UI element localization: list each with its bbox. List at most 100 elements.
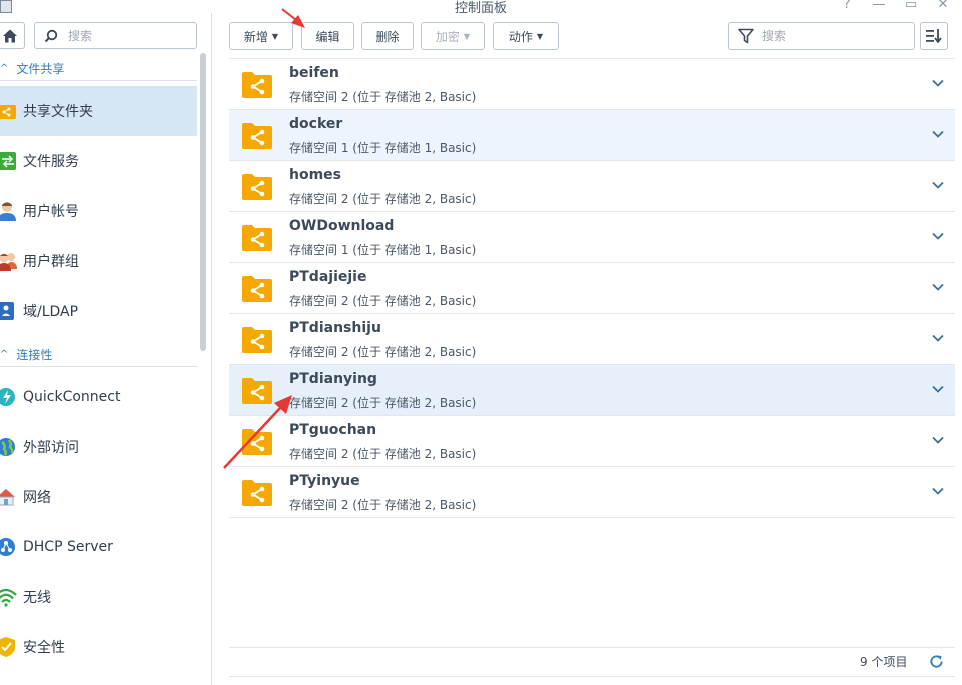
- chevron-down-icon[interactable]: [931, 229, 945, 243]
- delete-button[interactable]: 删除: [361, 22, 414, 50]
- sort-button[interactable]: [920, 22, 948, 50]
- shared-folder-icon: [0, 101, 18, 121]
- folder-name: PTyinyue: [289, 473, 360, 489]
- dhcp-icon: [0, 537, 18, 557]
- folder-location: 存储空间 1 (位于 存储池 1, Basic): [289, 141, 477, 155]
- sidebar-item-ldap[interactable]: 域/LDAP: [0, 286, 197, 336]
- sidebar-item-label: 共享文件夹: [23, 104, 93, 120]
- sidebar-item-shared-folder[interactable]: 共享文件夹: [0, 86, 197, 136]
- minimize-button[interactable]: —: [870, 0, 888, 12]
- sidebar-item-user[interactable]: 用户帐号: [0, 186, 197, 236]
- shield-icon: [0, 637, 18, 657]
- sidebar: ^ 文件共享 共享文件夹 文件服务 用户帐号 用户群组 域/LDAP ^ 连接性: [0, 13, 212, 685]
- shared-folder-icon: [242, 72, 272, 98]
- shared-folder-icon: [242, 174, 272, 200]
- sidebar-item-network[interactable]: 网络: [0, 472, 197, 522]
- sidebar-search[interactable]: [34, 22, 197, 49]
- section-label: 连接性: [16, 348, 53, 362]
- sidebar-item-label: 域/LDAP: [23, 304, 79, 320]
- chevron-down-icon[interactable]: [931, 433, 945, 447]
- close-button[interactable]: ✕: [934, 0, 952, 12]
- sidebar-item-label: DHCP Server: [23, 539, 113, 555]
- folder-location: 存储空间 1 (位于 存储池 1, Basic): [289, 243, 477, 257]
- section-file-sharing[interactable]: ^ 文件共享: [0, 60, 64, 77]
- action-label: 动作: [508, 29, 533, 44]
- search-icon: [44, 29, 58, 42]
- folder-name: docker: [289, 116, 343, 132]
- sidebar-item-file-services[interactable]: 文件服务: [0, 136, 197, 186]
- sidebar-item-label: 安全性: [23, 640, 65, 656]
- filter-search[interactable]: [728, 22, 915, 50]
- section-connectivity[interactable]: ^ 连接性: [0, 346, 52, 363]
- sidebar-item-security[interactable]: 安全性: [0, 622, 197, 672]
- refresh-icon[interactable]: [929, 654, 944, 669]
- divider: [229, 647, 955, 648]
- chevron-down-icon[interactable]: [931, 127, 945, 141]
- folder-row[interactable]: docker 存储空间 1 (位于 存储池 1, Basic): [229, 110, 955, 161]
- home-button[interactable]: [0, 22, 25, 49]
- sidebar-item-external-access[interactable]: 外部访问: [0, 422, 197, 472]
- shared-folder-icon: [242, 429, 272, 455]
- home-icon: [2, 29, 17, 42]
- help-button[interactable]: ?: [838, 0, 856, 12]
- folder-row[interactable]: homes 存储空间 2 (位于 存储池 2, Basic): [229, 161, 955, 212]
- folder-row[interactable]: PTyinyue 存储空间 2 (位于 存储池 2, Basic): [229, 467, 955, 518]
- folder-row[interactable]: PTdajiejie 存储空间 2 (位于 存储池 2, Basic): [229, 263, 955, 314]
- quickconnect-icon: [0, 387, 18, 407]
- maximize-button[interactable]: ▭: [902, 0, 920, 12]
- folder-row[interactable]: PTdianshiju 存储空间 2 (位于 存储池 2, Basic): [229, 314, 955, 365]
- folder-name: PTguochan: [289, 422, 377, 438]
- chevron-down-icon[interactable]: [931, 76, 945, 90]
- shared-folder-icon: [242, 378, 272, 404]
- folder-name: beifen: [289, 65, 339, 81]
- globe-icon: [0, 437, 18, 457]
- sidebar-item-label: 外部访问: [23, 440, 79, 456]
- folder-row[interactable]: PTguochan 存储空间 2 (位于 存储池 2, Basic): [229, 416, 955, 467]
- edit-label: 编辑: [315, 29, 340, 44]
- edit-button[interactable]: 编辑: [301, 22, 354, 50]
- shared-folder-icon: [242, 123, 272, 149]
- sidebar-search-input[interactable]: [66, 27, 190, 44]
- shared-folder-icon: [242, 480, 272, 506]
- chevron-down-icon[interactable]: [931, 280, 945, 294]
- group-icon: [0, 251, 18, 271]
- item-count: 9 个项目: [860, 655, 908, 669]
- sidebar-item-label: QuickConnect: [23, 389, 121, 405]
- file-services-icon: [0, 151, 18, 171]
- caret-down-icon: ▼: [536, 31, 544, 41]
- wifi-icon: [0, 587, 18, 607]
- filter-input[interactable]: [760, 28, 904, 44]
- shared-folder-icon: [242, 276, 272, 302]
- chevron-up-icon: ^: [0, 63, 9, 74]
- sidebar-item-label: 无线: [23, 590, 51, 606]
- folder-row[interactable]: beifen 存储空间 2 (位于 存储池 2, Basic): [229, 59, 955, 110]
- sidebar-item-dhcp[interactable]: DHCP Server: [0, 522, 197, 572]
- folder-location: 存储空间 2 (位于 存储池 2, Basic): [289, 447, 477, 461]
- folder-name: OWDownload: [289, 218, 395, 234]
- create-button[interactable]: 新增 ▼: [229, 22, 293, 50]
- sort-icon: [926, 29, 942, 43]
- folder-row[interactable]: OWDownload 存储空间 1 (位于 存储池 1, Basic): [229, 212, 955, 263]
- caret-down-icon: ▼: [463, 31, 471, 41]
- folder-list: beifen 存储空间 2 (位于 存储池 2, Basic) docker 存储空间…: [229, 58, 955, 518]
- chevron-down-icon[interactable]: [931, 331, 945, 345]
- folder-row[interactable]: PTdianying 存储空间 2 (位于 存储池 2, Basic): [229, 365, 955, 416]
- chevron-down-icon[interactable]: [931, 484, 945, 498]
- delete-label: 删除: [375, 29, 400, 44]
- encrypt-button[interactable]: 加密 ▼: [421, 22, 485, 50]
- create-label: 新增: [243, 29, 268, 44]
- folder-location: 存储空间 2 (位于 存储池 2, Basic): [289, 294, 477, 308]
- sidebar-item-wireless[interactable]: 无线: [0, 572, 197, 622]
- chevron-up-icon: ^: [0, 349, 9, 360]
- folder-location: 存储空间 2 (位于 存储池 2, Basic): [289, 345, 477, 359]
- caret-down-icon: ▼: [271, 31, 279, 41]
- sidebar-item-quickconnect[interactable]: QuickConnect: [0, 372, 197, 422]
- chevron-down-icon[interactable]: [931, 178, 945, 192]
- sidebar-scrollbar[interactable]: [200, 53, 206, 351]
- action-button[interactable]: 动作 ▼: [493, 22, 559, 50]
- shared-folder-icon: [242, 327, 272, 353]
- folder-location: 存储空间 2 (位于 存储池 2, Basic): [289, 192, 477, 206]
- sidebar-item-group[interactable]: 用户群组: [0, 236, 197, 286]
- chevron-down-icon[interactable]: [931, 382, 945, 396]
- encrypt-label: 加密: [435, 29, 460, 44]
